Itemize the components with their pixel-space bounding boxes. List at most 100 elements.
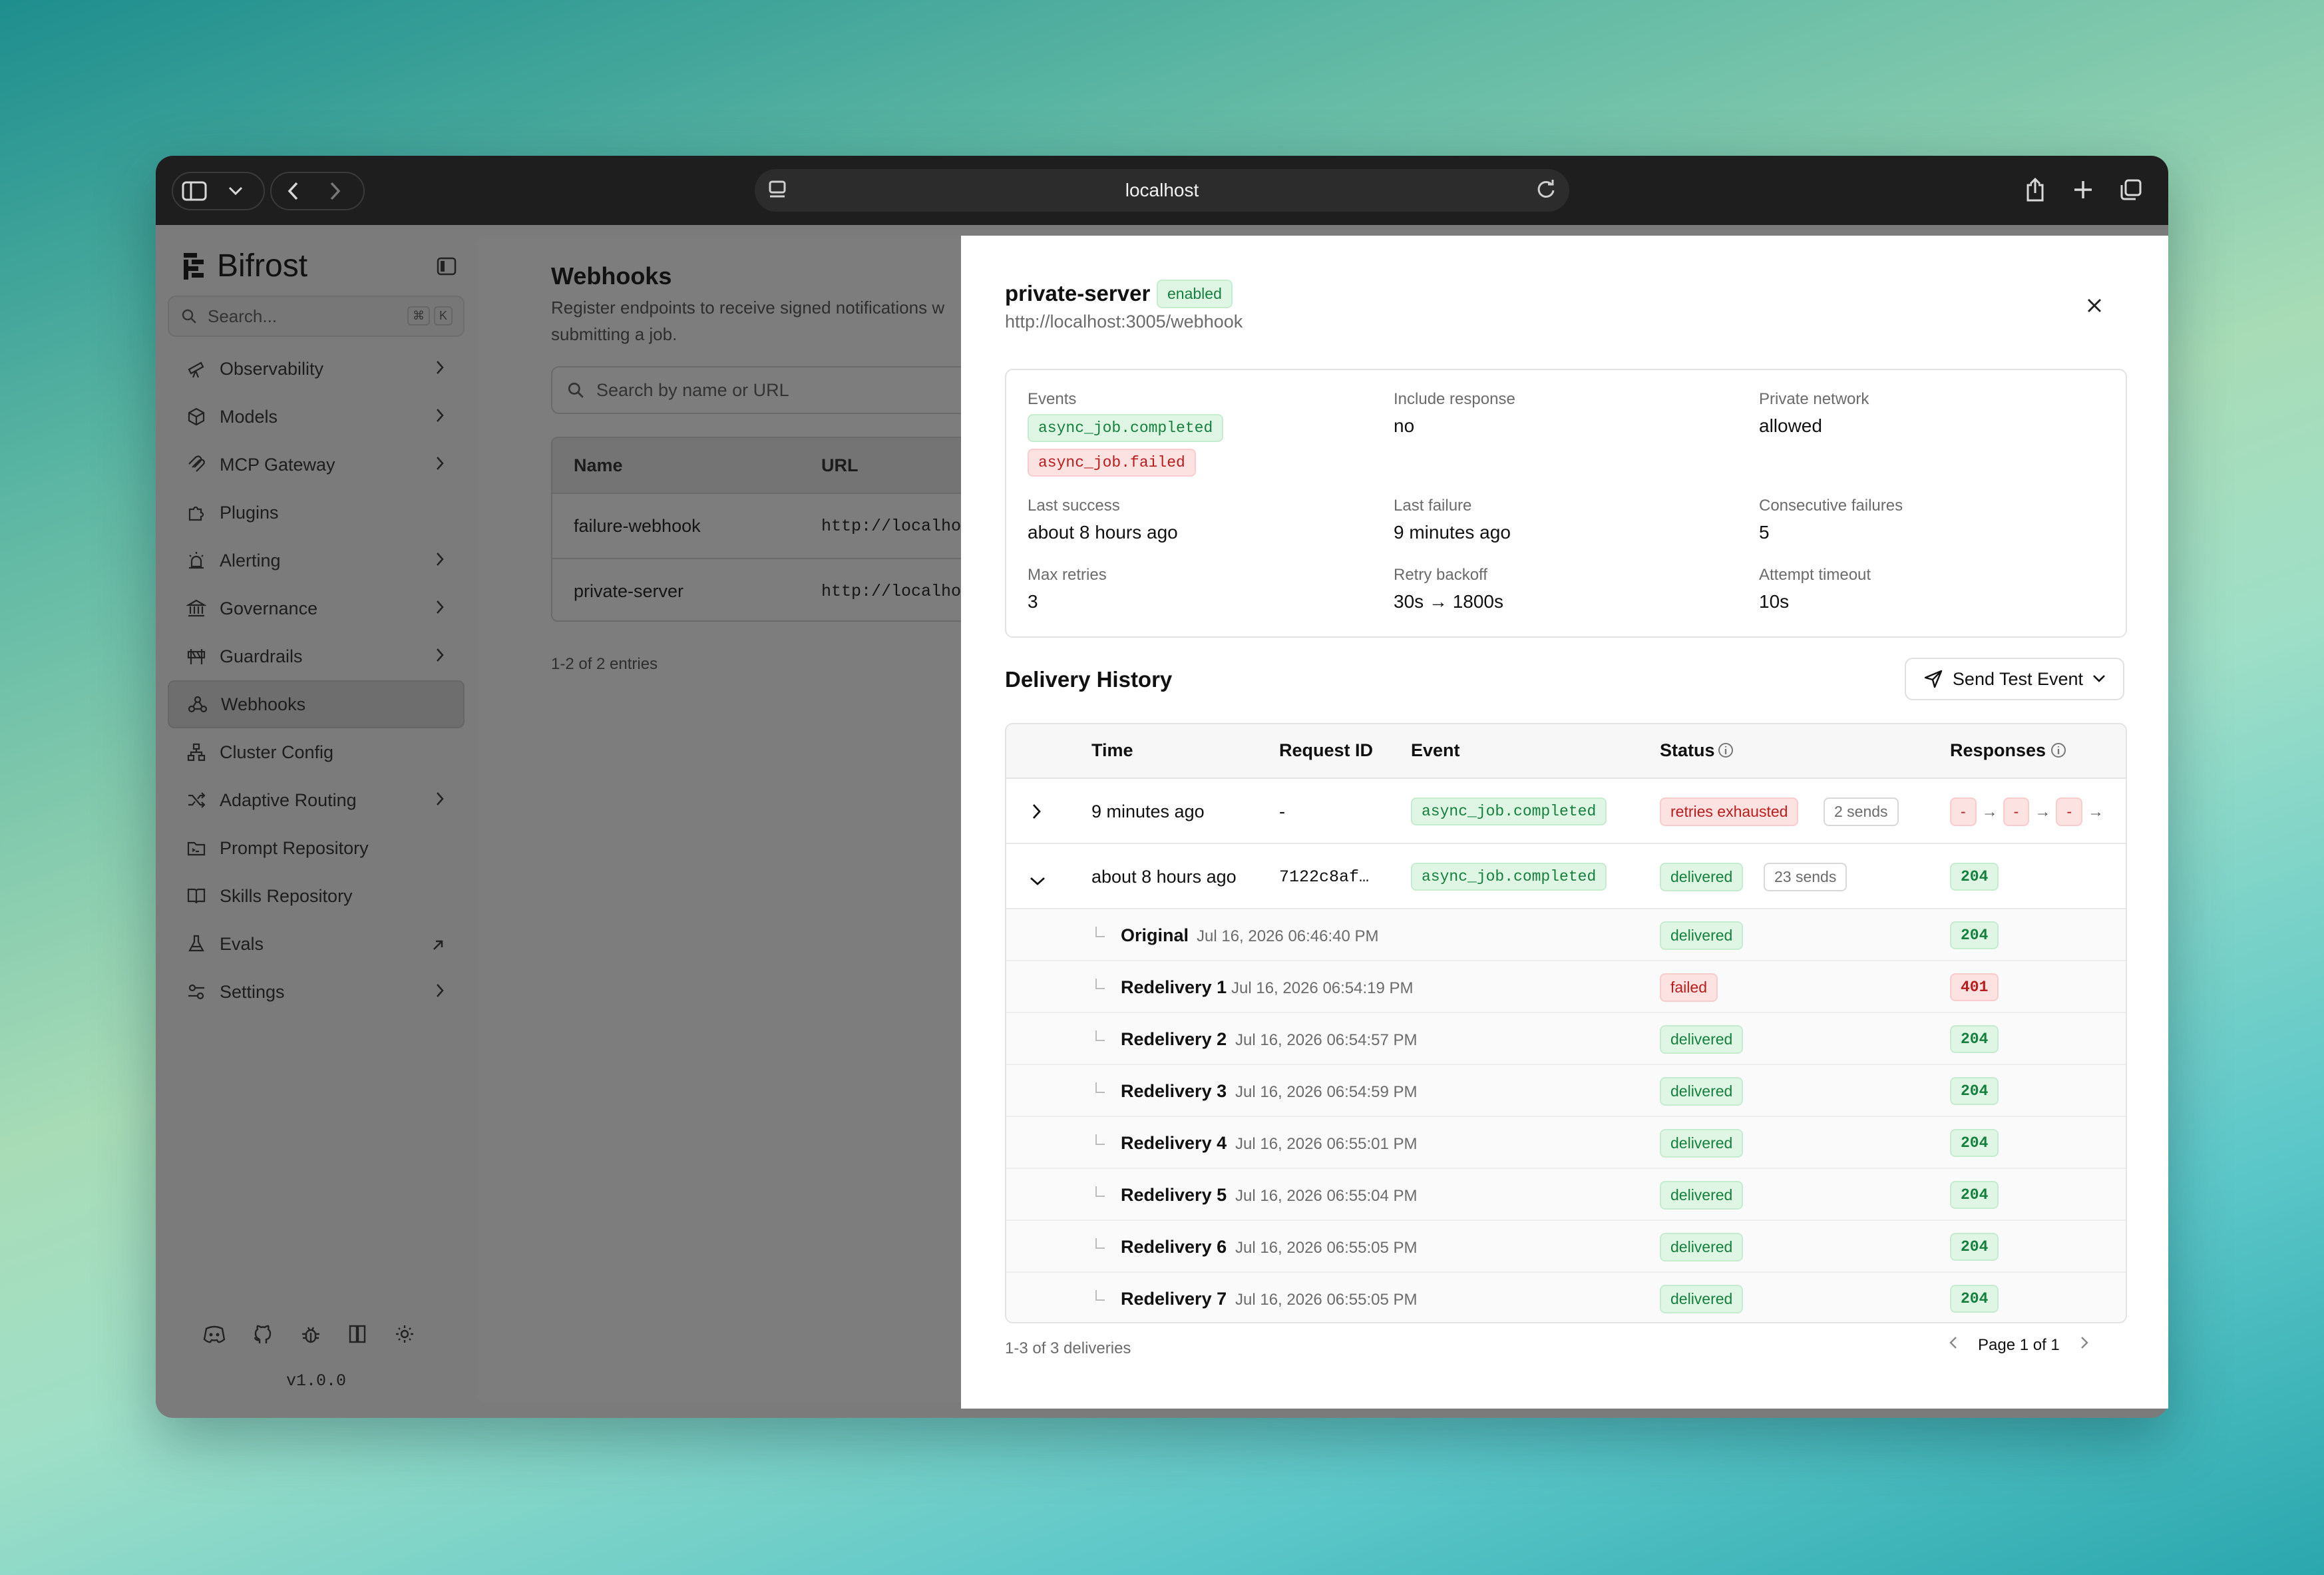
- sidebar-item-mcp-gateway[interactable]: MCP Gateway: [168, 441, 465, 489]
- webhook-search-input[interactable]: Search by name or URL: [551, 366, 977, 414]
- chevron-right-icon: [435, 359, 445, 380]
- next-page-icon[interactable]: [2080, 1335, 2089, 1355]
- collapse-chevron-icon[interactable]: [1029, 871, 1046, 891]
- mcp-icon: [186, 455, 206, 475]
- field-label: Attempt timeout: [1759, 566, 1871, 584]
- sidebar-toggle-icon[interactable]: [173, 173, 216, 209]
- sidebar-footer-icons: [202, 1323, 415, 1349]
- sidebar-item-settings[interactable]: Settings: [168, 968, 465, 1016]
- settings-sliders-icon: [186, 982, 206, 1002]
- send-test-event-button[interactable]: Send Test Event: [1905, 658, 2124, 700]
- attempt-label: Redelivery 3: [1121, 1081, 1227, 1101]
- share-icon[interactable]: [2014, 169, 2056, 210]
- sub-delivery-row[interactable]: Redelivery 4 Jul 16, 2026 06:55:01 PM de…: [1006, 1117, 2126, 1169]
- sidebar-item-skills-repository[interactable]: Skills Repository: [168, 872, 465, 920]
- deliveries-count: 1-3 of 3 deliveries: [1005, 1339, 1131, 1357]
- attempt-timeout-field: Attempt timeout 10s: [1759, 566, 1871, 612]
- sub-delivery-row[interactable]: Redelivery 3 Jul 16, 2026 06:54:59 PM de…: [1006, 1065, 2126, 1117]
- puzzle-icon: [186, 503, 206, 523]
- kbd-cmd: ⌘: [407, 306, 430, 326]
- prev-page-icon[interactable]: [1949, 1335, 1958, 1355]
- sub-delivery-row[interactable]: Original Jul 16, 2026 06:46:40 PM delive…: [1006, 909, 2126, 961]
- github-icon[interactable]: [252, 1323, 274, 1349]
- tree-connector: [1095, 1134, 1105, 1145]
- webhook-detail-drawer: private-server enabled http://localhost:…: [961, 236, 2168, 1409]
- sidebar-search-input[interactable]: Search... ⌘ K: [168, 296, 465, 337]
- sidebar-item-adaptive-routing[interactable]: Adaptive Routing: [168, 776, 465, 824]
- sub-delivery-row[interactable]: Redelivery 2 Jul 16, 2026 06:54:57 PM de…: [1006, 1013, 2126, 1065]
- expand-chevron-icon[interactable]: [1032, 803, 1042, 825]
- sidebar-item-alerting[interactable]: Alerting: [168, 537, 465, 584]
- sidebar-item-label: Cluster Config: [220, 742, 334, 762]
- sidebar-item-governance[interactable]: Governance: [168, 584, 465, 632]
- sidebar-item-prompt-repository[interactable]: Prompt Repository: [168, 824, 465, 872]
- drawer-title: private-server: [1005, 281, 1151, 306]
- table-row[interactable]: failure-webhook http://localhos: [552, 493, 976, 558]
- reload-icon[interactable]: [1535, 178, 1557, 206]
- arrow-right-icon: →: [2088, 802, 2104, 821]
- search-shortcut: ⌘ K: [407, 306, 453, 326]
- shuffle-icon: [186, 790, 206, 810]
- table-header: Name URL: [552, 438, 976, 493]
- page-title: Webhooks: [551, 262, 672, 290]
- docs-icon[interactable]: [347, 1323, 369, 1349]
- bug-icon[interactable]: [299, 1323, 322, 1349]
- sidebar-item-guardrails[interactable]: Guardrails: [168, 632, 465, 680]
- column-header-event: Event: [1411, 740, 1460, 760]
- brand-logo[interactable]: Bifrost: [182, 248, 307, 284]
- attempt-label: Redelivery 7: [1121, 1289, 1227, 1309]
- sidebar-item-evals[interactable]: Evals: [168, 920, 465, 968]
- attempt-label: Redelivery 5: [1121, 1185, 1227, 1205]
- table-row[interactable]: about 8 hours ago 7122c8af… async_job.co…: [1006, 844, 2126, 909]
- kbd-k: K: [433, 306, 453, 326]
- response-code-badge: 204: [1950, 1025, 1999, 1053]
- event-badge: async_job.completed: [1411, 863, 1607, 891]
- drawer-webhook-url: http://localhost:3005/webhook: [1005, 312, 1243, 332]
- response-chain: - → - → - →: [1950, 797, 2104, 826]
- theme-icon[interactable]: [394, 1323, 415, 1349]
- sidebar-item-label: Models: [220, 406, 278, 427]
- response-code-badge: 204: [1950, 1077, 1999, 1105]
- retry-backoff-field: Retry backoff 30s → 1800s: [1394, 566, 1503, 612]
- sidebar-item-plugins[interactable]: Plugins: [168, 489, 465, 537]
- sidebar-item-webhooks[interactable]: Webhooks: [168, 680, 465, 728]
- request-id: -: [1279, 801, 1285, 821]
- status-badge: delivered: [1660, 1285, 1744, 1313]
- back-icon[interactable]: [272, 173, 314, 209]
- forward-icon[interactable]: [314, 173, 357, 209]
- response-code-badge: 204: [1950, 863, 1999, 891]
- table-row[interactable]: private-server http://localhos: [552, 558, 976, 620]
- sidebar-item-label: Settings: [220, 981, 285, 1002]
- sub-delivery-row[interactable]: Redelivery 1 Jul 16, 2026 06:54:19 PM fa…: [1006, 961, 2126, 1013]
- webhook-search-placeholder: Search by name or URL: [596, 379, 789, 400]
- flask-icon: [186, 934, 206, 954]
- info-icon[interactable]: [1717, 742, 1734, 764]
- attempt-time: Jul 16, 2026 06:55:01 PM: [1235, 1135, 1418, 1153]
- field-label: Last success: [1028, 497, 1120, 515]
- sub-delivery-row[interactable]: Redelivery 6 Jul 16, 2026 06:55:05 PM de…: [1006, 1221, 2126, 1273]
- sidebar-item-models[interactable]: Models: [168, 393, 465, 441]
- webhook-config-panel: Events async_job.completed async_job.fai…: [1005, 369, 2127, 638]
- response-code-badge: 204: [1950, 921, 1999, 949]
- attempt-time: Jul 16, 2026 06:55:04 PM: [1235, 1187, 1418, 1205]
- table-row[interactable]: 9 minutes ago - async_job.completed retr…: [1006, 779, 2126, 844]
- discord-icon[interactable]: [202, 1323, 226, 1349]
- chevron-right-icon: [435, 983, 445, 1003]
- sub-delivery-row[interactable]: Redelivery 5 Jul 16, 2026 06:55:04 PM de…: [1006, 1169, 2126, 1221]
- new-tab-icon[interactable]: [2062, 169, 2104, 210]
- address-bar[interactable]: localhost: [755, 169, 1569, 212]
- sends-badge: 2 sends: [1824, 797, 1899, 826]
- page-settings-icon[interactable]: [768, 180, 787, 204]
- chevron-down-icon[interactable]: [216, 173, 256, 209]
- max-retries-field: Max retries 3: [1028, 566, 1107, 612]
- tabs-overview-icon[interactable]: [2110, 169, 2152, 210]
- cube-icon: [186, 407, 206, 427]
- field-value: 9 minutes ago: [1394, 522, 1511, 543]
- sidebar-item-observability[interactable]: Observability: [168, 345, 465, 393]
- arrow-right-icon: →: [1981, 802, 1998, 821]
- info-icon[interactable]: [2050, 742, 2067, 764]
- sub-delivery-row[interactable]: Redelivery 7 Jul 16, 2026 06:55:05 PM de…: [1006, 1273, 2126, 1322]
- collapse-sidebar-icon[interactable]: [437, 257, 457, 279]
- sidebar-item-cluster-config[interactable]: Cluster Config: [168, 728, 465, 776]
- close-icon[interactable]: [2086, 297, 2103, 318]
